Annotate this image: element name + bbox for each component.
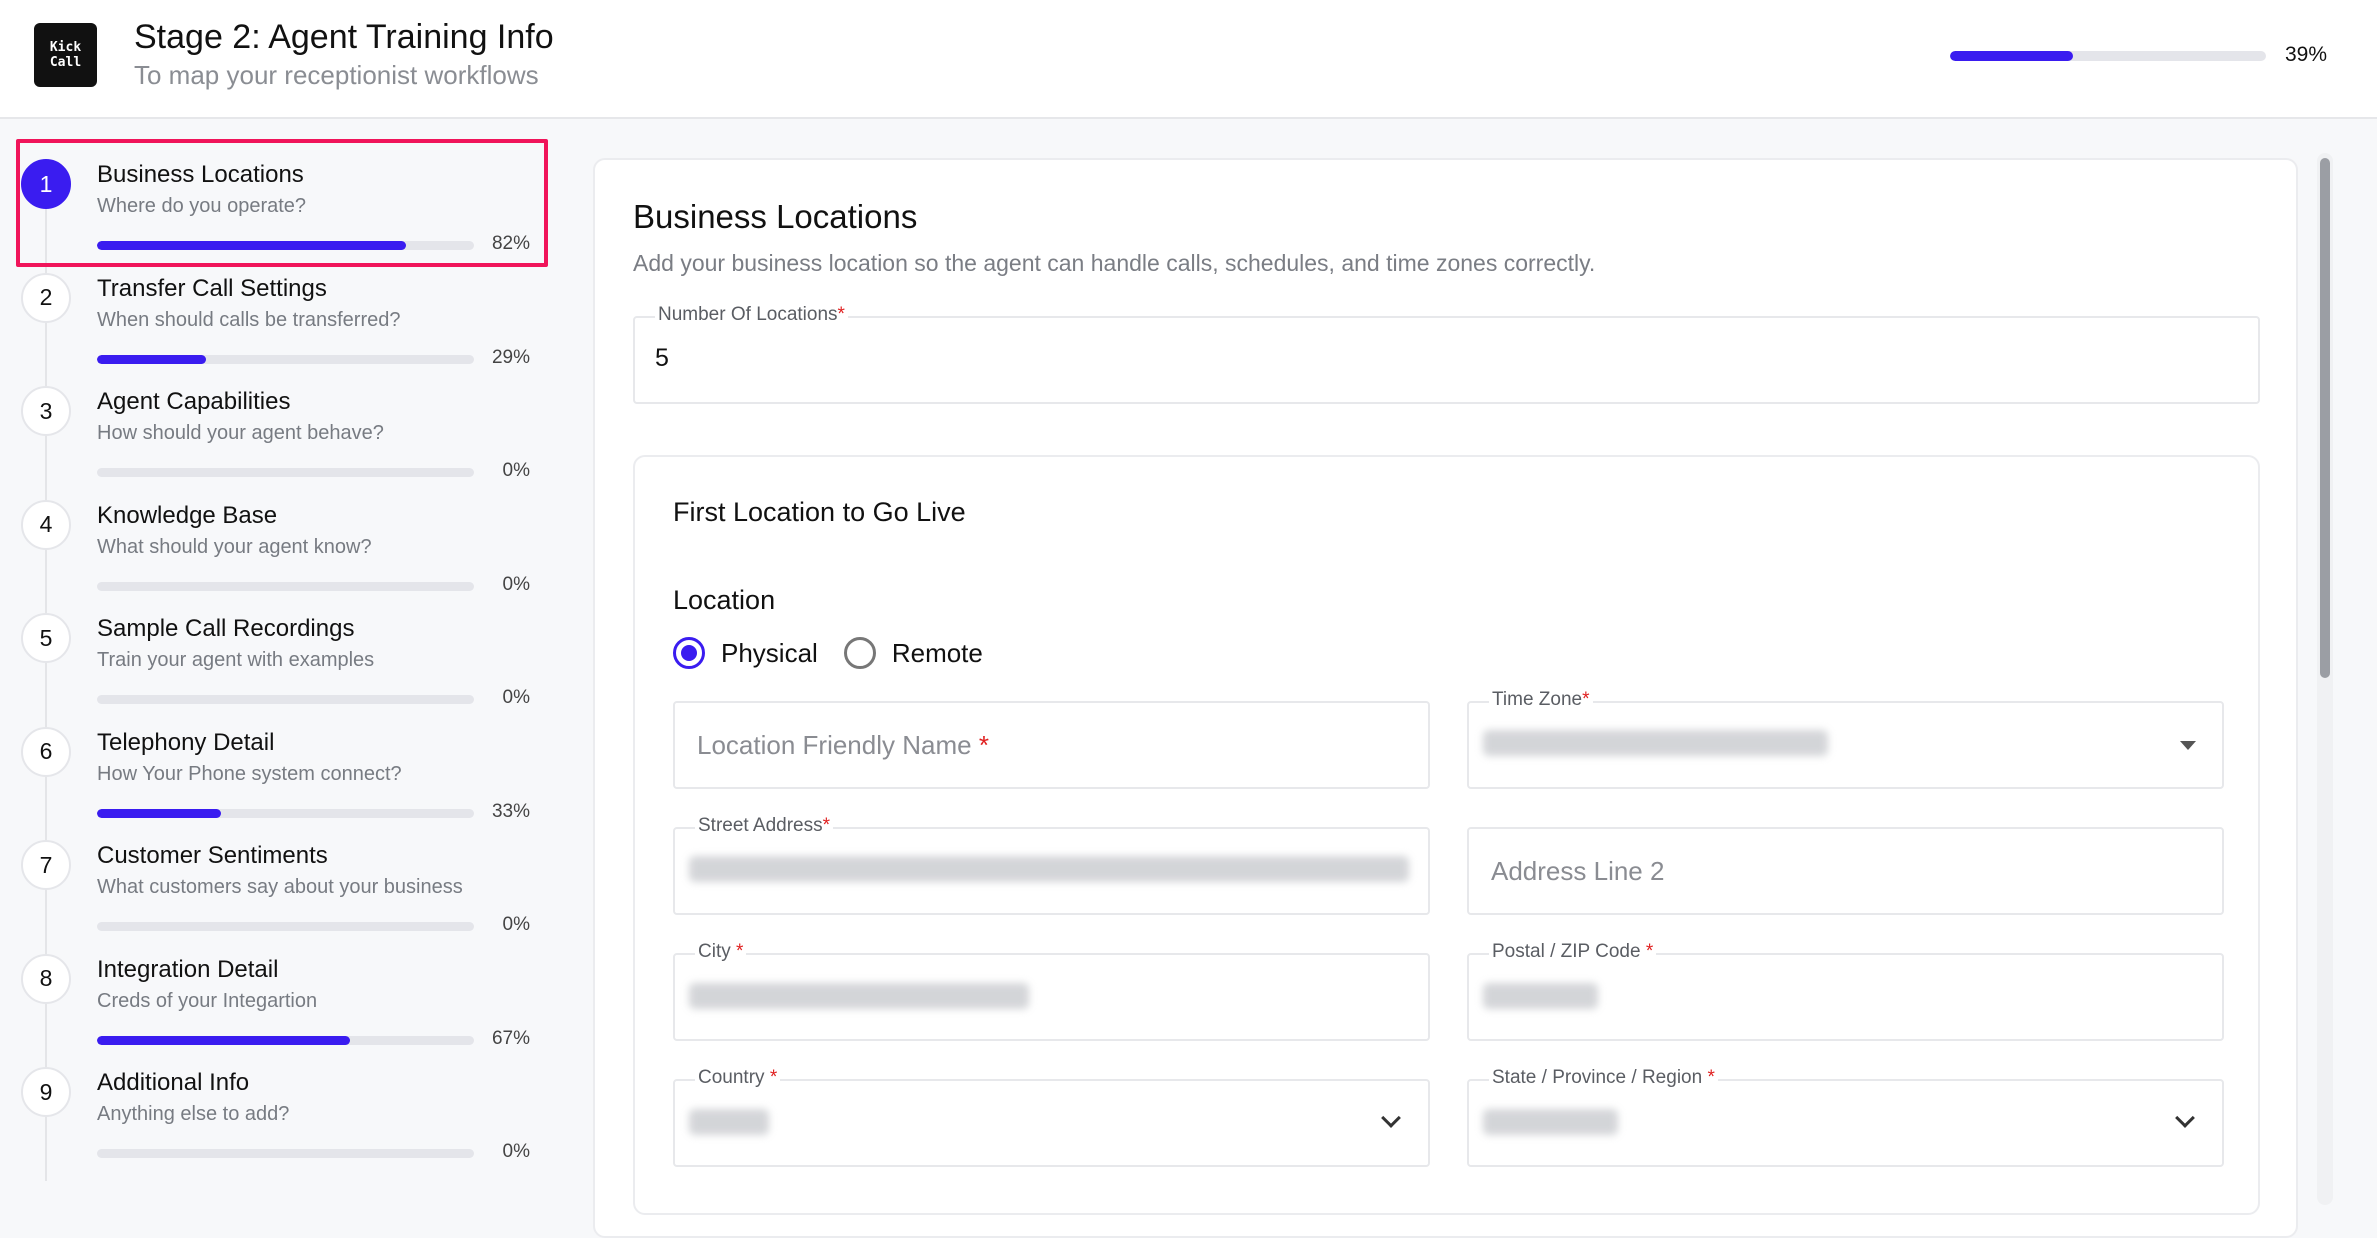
first-location-title: First Location to Go Live xyxy=(673,497,966,527)
sidebar-step[interactable]: 5 Sample Call Recordings Train your agent … xyxy=(0,575,560,708)
street-address-value-redacted xyxy=(689,856,1409,882)
step-number-badge: 2 xyxy=(21,272,71,323)
step-progress-percent: 0% xyxy=(502,1141,530,1162)
step-number-badge: 3 xyxy=(21,386,71,436)
stage-progress-percent: 39% xyxy=(2285,43,2328,66)
state-select[interactable]: State / Province / Region * xyxy=(1467,1067,2224,1167)
address-line-2-placeholder: Address Line 2 xyxy=(1491,856,1665,886)
stage-progress-fill xyxy=(1950,51,2074,61)
step-title: Integration Detail xyxy=(97,955,279,983)
step-title: Agent Capabilities xyxy=(97,388,291,415)
step-description: What should your agent know? xyxy=(97,535,372,558)
chevron-down-icon xyxy=(1381,1108,1401,1128)
sidebar-step[interactable]: 8 Integration Detail Creds of your Integar… xyxy=(0,916,560,1049)
number-of-locations-field[interactable]: Number Of Locations* 5 xyxy=(633,304,2260,404)
main-scrollbar[interactable] xyxy=(2317,153,2333,1205)
location-type-heading: Location xyxy=(673,585,776,615)
logo-line-1: Kick xyxy=(49,40,82,55)
address-line-2-input[interactable]: Address Line 2 xyxy=(1467,827,2224,915)
step-progress-bar xyxy=(97,1149,474,1158)
scrollbar-thumb[interactable] xyxy=(2320,158,2330,678)
location-friendly-name-input[interactable]: Location Friendly Name * xyxy=(673,701,1430,789)
city-label: City * xyxy=(695,941,747,963)
step-number-badge: 7 xyxy=(21,840,71,890)
section-title: Business Locations xyxy=(633,198,918,235)
section-description: Add your business location so the agent … xyxy=(633,250,1596,276)
step-description: When should calls be transferred? xyxy=(97,308,401,331)
number-of-locations-value[interactable]: 5 xyxy=(655,344,669,373)
postal-code-input[interactable]: Postal / ZIP Code * xyxy=(1467,941,2224,1041)
logo-line-2: Call xyxy=(49,55,82,70)
city-input[interactable]: City * xyxy=(673,941,1430,1041)
step-title: Telephony Detail xyxy=(97,728,275,756)
step-title: Knowledge Base xyxy=(97,501,278,529)
postal-code-label: Postal / ZIP Code * xyxy=(1489,941,1657,963)
state-value-redacted xyxy=(1483,1109,1618,1135)
kickcall-logo: Kick Call xyxy=(34,23,97,87)
sidebar-step[interactable]: 4 Knowledge Base What should your agent kn… xyxy=(0,462,560,595)
stage-progress-bar xyxy=(1950,51,2266,61)
number-of-locations-label: Number Of Locations* xyxy=(655,304,848,326)
step-description: How Your Phone system connect? xyxy=(97,762,402,785)
sidebar-step[interactable]: 6 Telephony Detail How Your Phone system c… xyxy=(0,689,560,822)
step-number-badge: 6 xyxy=(21,726,71,777)
street-address-input[interactable]: Street Address* xyxy=(673,815,1430,915)
page-subtitle: To map your receptionist workflows xyxy=(134,60,539,90)
step-number-badge: 9 xyxy=(21,1067,71,1117)
remote-radio[interactable] xyxy=(843,637,876,669)
postal-code-value-redacted xyxy=(1483,983,1598,1009)
step-description: Train your agent with examples xyxy=(97,649,375,671)
step-title: Transfer Call Settings xyxy=(97,274,327,302)
time-zone-select[interactable]: Time Zone* xyxy=(1467,689,2224,789)
chevron-down-icon xyxy=(2175,1108,2195,1128)
step-number-badge: 4 xyxy=(21,499,71,550)
step-description: How should your agent behave? xyxy=(97,422,384,444)
step-title: Additional Info xyxy=(97,1069,250,1096)
physical-radio-label[interactable]: Physical xyxy=(721,638,818,669)
country-value-redacted xyxy=(689,1109,769,1135)
business-locations-card: Business Locations Add your business loc… xyxy=(593,158,2298,1238)
city-value-redacted xyxy=(689,983,1029,1009)
remote-radio-label[interactable]: Remote xyxy=(892,638,983,669)
state-label: State / Province / Region * xyxy=(1489,1067,1718,1089)
page-title: Stage 2: Agent Training Info xyxy=(134,18,554,56)
first-location-card: First Location to Go Live Location Physi… xyxy=(633,455,2260,1215)
top-header: Kick Call Stage 2: Agent Training Info T… xyxy=(0,0,2377,119)
sidebar-step[interactable]: 3 Agent Capabilities How should your agent… xyxy=(0,348,560,481)
physical-radio[interactable] xyxy=(673,637,705,669)
sidebar-step[interactable]: 7 Customer Sentiments What customers say a… xyxy=(0,802,560,935)
time-zone-label: Time Zone* xyxy=(1489,689,1593,711)
step-number-badge: 5 xyxy=(21,613,71,663)
sidebar-step[interactable]: 9 Additional Info Anything else to add? 0% xyxy=(0,1029,560,1162)
location-type-radio-group: Physical Remote xyxy=(673,637,1009,669)
steps-sidebar: 1 Business Locations Where do you operate?… xyxy=(0,121,560,1205)
step-description: Anything else to add? xyxy=(97,1103,290,1125)
country-label: Country * xyxy=(695,1067,781,1089)
step-number-badge: 8 xyxy=(21,953,71,1004)
step-description: What customers say about your business xyxy=(97,876,463,898)
caret-down-icon xyxy=(2180,741,2196,750)
location-friendly-name-placeholder: Location Friendly Name * xyxy=(697,730,989,760)
active-step-highlight xyxy=(16,139,548,267)
step-description: Creds of your Integartion xyxy=(97,989,318,1012)
time-zone-value-redacted xyxy=(1483,730,1828,756)
step-title: Sample Call Recordings xyxy=(97,615,355,642)
street-address-label: Street Address* xyxy=(695,815,834,837)
step-title: Customer Sentiments xyxy=(97,842,328,869)
country-select[interactable]: Country * xyxy=(673,1067,1430,1167)
